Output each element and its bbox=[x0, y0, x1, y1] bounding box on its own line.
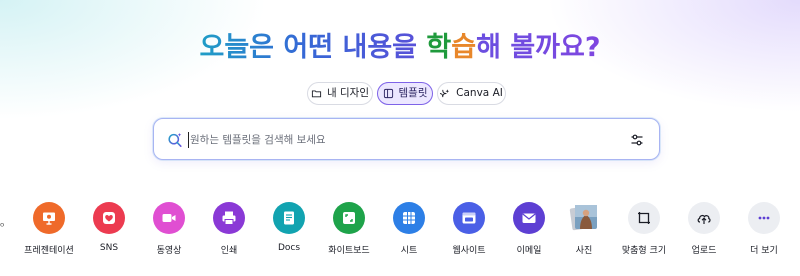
category-docs[interactable]: Docs bbox=[259, 202, 319, 253]
category-custom-size[interactable]: 맞춤형 크기 bbox=[614, 202, 674, 256]
category-label: Docs bbox=[277, 243, 301, 253]
filter-sliders-icon[interactable] bbox=[629, 132, 645, 148]
category-shortcuts: 프레젠테이션 SNS 동영상 인쇄 Docs 화이트보드 시트 웹사이트 이메일… bbox=[0, 202, 800, 262]
category-video[interactable]: 동영상 bbox=[139, 202, 199, 256]
category-print[interactable]: 인쇄 bbox=[199, 202, 259, 256]
tab-label: 템플릿 bbox=[398, 87, 428, 99]
category-label: SNS bbox=[99, 243, 119, 253]
presentation-icon bbox=[33, 202, 65, 234]
category-photo[interactable]: 사진 bbox=[554, 202, 614, 256]
page-headline: 오늘은 어떤 내용을 학습해 볼까요? bbox=[0, 30, 800, 66]
category-website[interactable]: 웹사이트 bbox=[439, 202, 499, 256]
category-label: 사진 bbox=[575, 246, 593, 256]
sheet-icon bbox=[393, 202, 425, 234]
category-presentation[interactable]: 프레젠테이션 bbox=[19, 202, 79, 256]
category-label: 화이트보드 bbox=[328, 246, 370, 256]
design-type-tabs: 내 디자인 템플릿 Canva AI bbox=[0, 82, 800, 106]
mail-icon bbox=[513, 202, 545, 234]
headline-text: 오늘은 어떤 내용을 bbox=[199, 32, 427, 63]
more-icon bbox=[748, 202, 780, 234]
photo-icon bbox=[568, 202, 600, 234]
document-icon bbox=[273, 202, 305, 234]
folder-icon bbox=[311, 90, 322, 98]
category-sheets[interactable]: 시트 bbox=[379, 202, 439, 256]
category-sns[interactable]: SNS bbox=[79, 202, 139, 253]
video-icon bbox=[153, 202, 185, 234]
tab-templates[interactable]: 템플릿 bbox=[377, 82, 433, 105]
sparkle-icon bbox=[440, 89, 450, 98]
search-input[interactable] bbox=[190, 129, 610, 151]
category-label: 맞춤형 크기 bbox=[621, 246, 667, 256]
tab-my-designs[interactable]: 내 디자인 bbox=[307, 82, 373, 105]
website-icon bbox=[453, 202, 485, 234]
upload-icon bbox=[688, 202, 720, 234]
search-icon bbox=[168, 133, 182, 147]
category-label: 이메일 bbox=[516, 246, 542, 256]
tab-label: 내 디자인 bbox=[327, 87, 369, 99]
text-cursor bbox=[188, 132, 189, 148]
category-label: 동영상 bbox=[156, 246, 182, 256]
printer-icon bbox=[213, 202, 245, 234]
custom-size-icon bbox=[628, 202, 660, 234]
headline-highlight: 학 bbox=[426, 32, 452, 63]
template-icon bbox=[383, 88, 393, 99]
category-label: 프레젠테이션 bbox=[24, 246, 74, 256]
category-label: 시트 bbox=[400, 246, 418, 256]
category-label: 웹사이트 bbox=[452, 246, 486, 256]
category-label: 업로드 bbox=[691, 246, 717, 256]
tab-canva-ai[interactable]: Canva AI bbox=[437, 82, 506, 105]
category-label: 인쇄 bbox=[220, 246, 238, 256]
headline-highlight: 습 bbox=[451, 32, 477, 63]
headline-text: 해 볼까요? bbox=[476, 32, 601, 63]
template-search-bar[interactable] bbox=[153, 118, 660, 160]
category-label: 더 보기 bbox=[750, 246, 778, 256]
category-more[interactable]: 더 보기 bbox=[734, 202, 794, 256]
category-upload[interactable]: 업로드 bbox=[674, 202, 734, 256]
heart-icon bbox=[93, 202, 125, 234]
category-whiteboard[interactable]: 화이트보드 bbox=[319, 202, 379, 256]
category-email[interactable]: 이메일 bbox=[499, 202, 559, 256]
tab-label: Canva AI bbox=[456, 87, 503, 99]
whiteboard-icon bbox=[333, 202, 365, 234]
